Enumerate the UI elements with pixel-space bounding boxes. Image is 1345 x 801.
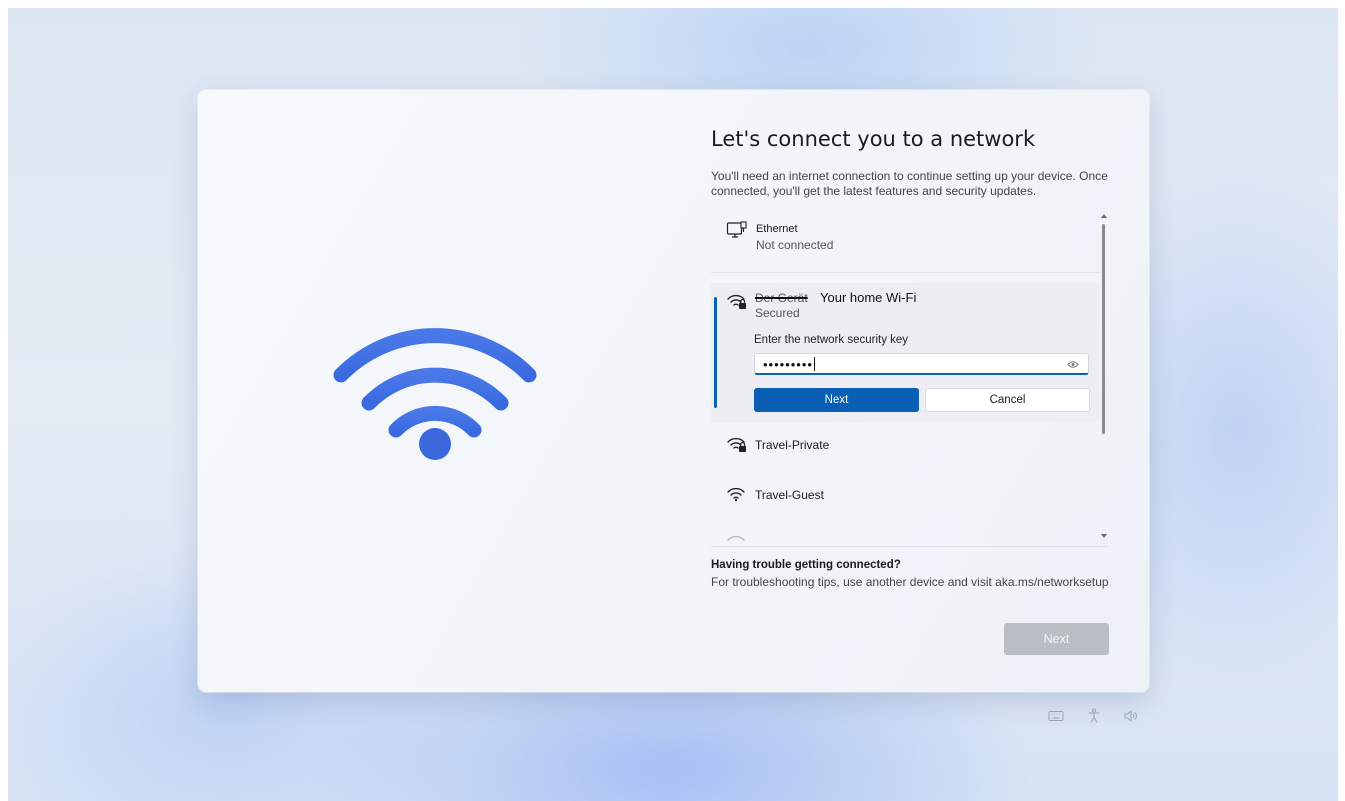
reveal-password-icon[interactable] <box>1067 360 1079 369</box>
ethernet-status: Not connected <box>756 238 834 252</box>
connect-next-button[interactable]: Next <box>754 388 919 412</box>
selection-indicator <box>714 297 717 408</box>
security-key-dots: ••••••••• <box>763 357 813 372</box>
network-name: Travel-Private <box>755 438 830 452</box>
text-caret <box>813 357 815 371</box>
keyboard-icon[interactable] <box>1048 708 1064 724</box>
ethernet-name: Ethernet <box>756 223 798 235</box>
list-divider <box>711 272 1100 273</box>
network-list-scrollbar[interactable] <box>1100 212 1108 542</box>
divider <box>711 546 1109 547</box>
security-key-input[interactable]: ••••••••• <box>754 353 1089 375</box>
help-title: Having trouble getting connected? <box>711 559 901 571</box>
network-name: Travel-Guest <box>755 488 824 502</box>
network-list[interactable]: Ethernet Not connected Der Gerät Your ho… <box>711 212 1100 542</box>
wifi-illustration-icon <box>333 328 537 460</box>
next-button[interactable]: Next <box>1004 623 1109 655</box>
page-subtitle: You'll need an internet connection to co… <box>711 169 1108 198</box>
network-security-status: Secured <box>755 306 800 320</box>
accessibility-icon[interactable] <box>1086 708 1102 724</box>
page-title: Let's connect you to a network <box>711 127 1036 151</box>
scroll-down-arrow-icon[interactable] <box>1101 534 1107 538</box>
network-item-travel-guest[interactable]: Travel-Guest <box>711 476 1100 520</box>
scroll-up-arrow-icon[interactable] <box>1101 214 1107 218</box>
wifi-open-icon <box>727 487 745 502</box>
volume-icon[interactable] <box>1123 708 1139 724</box>
network-item-ethernet[interactable]: Ethernet Not connected <box>711 212 1100 272</box>
security-key-label: Enter the network security key <box>754 334 909 346</box>
security-key-value: ••••••••• <box>763 357 815 372</box>
wifi-secured-icon <box>727 294 746 309</box>
wifi-icon <box>727 535 745 541</box>
cancel-button[interactable]: Cancel <box>925 388 1090 412</box>
wifi-secured-icon <box>727 437 746 452</box>
network-name-annotation: Your home Wi-Fi <box>820 290 917 305</box>
redacted-network-name: Der Gerät <box>755 291 808 305</box>
network-item-selected[interactable]: Der Gerät Your home Wi-Fi Secured Enter … <box>711 283 1100 422</box>
network-item-travel-private[interactable]: Travel-Private <box>711 426 1100 470</box>
scroll-thumb[interactable] <box>1102 224 1105 434</box>
ethernet-monitor-icon <box>726 221 747 238</box>
network-item-partial[interactable] <box>711 524 1100 542</box>
help-text: For troubleshooting tips, use another de… <box>711 575 1109 589</box>
